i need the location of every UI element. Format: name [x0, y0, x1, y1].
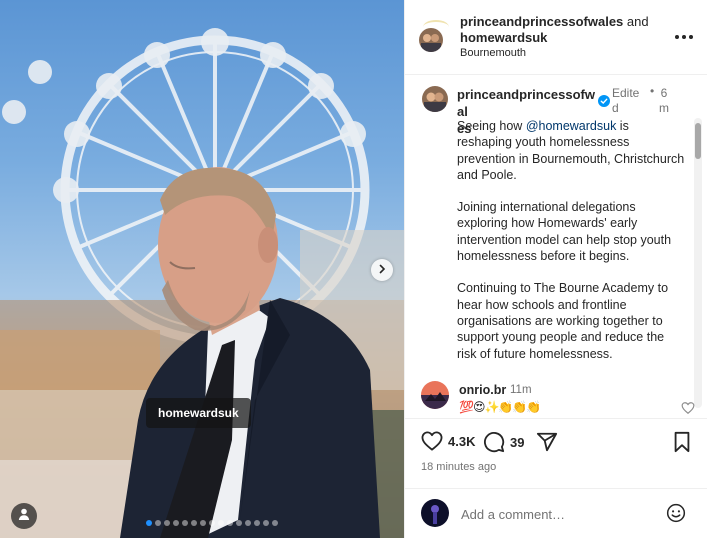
comments-scroll-area[interactable]: princeandprincessofwal es Edite d • 6 m … [405, 76, 707, 416]
chevron-right-icon [377, 261, 387, 279]
carousel-dot [173, 520, 179, 526]
author-joiner: and [626, 14, 649, 29]
carousel-dot [200, 520, 206, 526]
comment-text: 💯😍✨👏👏👏 [459, 400, 541, 414]
author-avatar[interactable] [419, 28, 443, 52]
photo-scene [0, 28, 404, 538]
comment-button[interactable]: 39 [483, 431, 524, 453]
edited-label: Edite d [612, 86, 640, 115]
save-button[interactable] [672, 431, 692, 453]
post-authors: princeandprincessofwales and homewardsuk [460, 14, 655, 46]
tagged-people-button[interactable] [11, 503, 37, 529]
emoji-smiley-icon[interactable] [666, 503, 686, 523]
caption-timestamp[interactable]: 6 m [657, 86, 671, 116]
carousel-dot [146, 520, 152, 526]
carousel-dot [245, 520, 251, 526]
scrollbar-thumb[interactable] [695, 123, 701, 159]
verified-badge-icon [598, 94, 610, 107]
carousel-dot [263, 520, 269, 526]
like-count: 4.3K [448, 433, 476, 449]
caption-username-line1: princeandprincessofwal [457, 87, 595, 119]
commenter-username[interactable]: onrio.br [459, 383, 506, 397]
carousel-dot [164, 520, 170, 526]
post-timestamp[interactable]: 18 minutes ago [421, 461, 496, 473]
caption-paragraph-3: Continuing to The Bourne Academy to hear… [457, 281, 669, 361]
more-options-button[interactable] [673, 27, 695, 47]
carousel-dot [209, 520, 215, 526]
comment-item: onrio.br 11m 💯😍✨👏👏👏 [421, 381, 695, 417]
carousel-dot [155, 520, 161, 526]
user-tag[interactable]: homewardsuk [146, 398, 251, 428]
author-username[interactable]: princeandprincessofwales [460, 14, 623, 29]
meta-separator: • [650, 84, 655, 98]
mention-link[interactable]: @homewardsuk [526, 119, 617, 133]
scrollbar-track[interactable] [694, 118, 702, 408]
like-comment-heart-icon[interactable] [681, 401, 695, 415]
carousel-dot [236, 520, 242, 526]
send-icon [536, 431, 558, 453]
user-tag-label: homewardsuk [158, 406, 239, 420]
carousel-dot [218, 520, 224, 526]
add-comment-bar: Add a comment… [405, 488, 707, 538]
bookmark-icon [672, 431, 692, 453]
comment-count: 39 [510, 434, 525, 450]
add-comment-input[interactable]: Add a comment… [461, 507, 565, 522]
comment-timestamp: 11m [510, 384, 532, 396]
caption-paragraph-1: Seeing how @homewardsuk is reshaping you… [457, 119, 685, 182]
carousel-dot [191, 520, 197, 526]
more-options-icon [675, 35, 679, 39]
commenter-avatar[interactable] [421, 381, 449, 409]
comment-bubble-icon [483, 431, 505, 453]
caption-author-avatar[interactable] [422, 86, 448, 112]
next-photo-button[interactable] [371, 259, 393, 281]
carousel-dot [272, 520, 278, 526]
caption-text: Seeing how @homewardsuk is reshaping you… [457, 118, 685, 378]
share-button[interactable] [536, 431, 558, 453]
post-location[interactable]: Bournemouth [460, 47, 526, 59]
carousel-dot [182, 520, 188, 526]
post-detail-panel: princeandprincessofwales and homewardsuk… [404, 0, 707, 538]
heart-icon [421, 431, 443, 451]
person-icon [17, 507, 31, 526]
post-header: princeandprincessofwales and homewardsuk… [405, 0, 707, 75]
carousel-indicator [146, 520, 278, 526]
carousel-dot [227, 520, 233, 526]
current-user-avatar[interactable] [421, 499, 449, 527]
caption-paragraph-2: Joining international delegations explor… [457, 200, 672, 264]
post-photo[interactable]: homewardsuk [0, 0, 404, 538]
carousel-dot [254, 520, 260, 526]
coauthor-username[interactable]: homewardsuk [460, 30, 547, 45]
like-button[interactable]: 4.3K [421, 431, 475, 451]
